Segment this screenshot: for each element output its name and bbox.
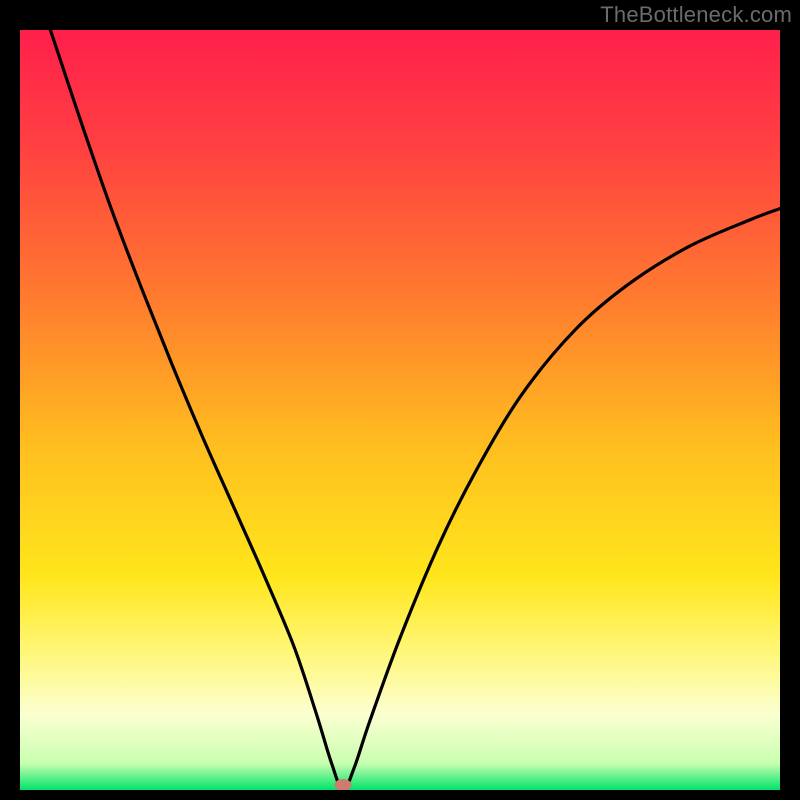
watermark-text: TheBottleneck.com: [600, 2, 792, 28]
bottleneck-chart: [20, 30, 780, 790]
chart-frame: { "watermark": "TheBottleneck.com", "cha…: [0, 0, 800, 800]
plot-background: [20, 30, 780, 790]
